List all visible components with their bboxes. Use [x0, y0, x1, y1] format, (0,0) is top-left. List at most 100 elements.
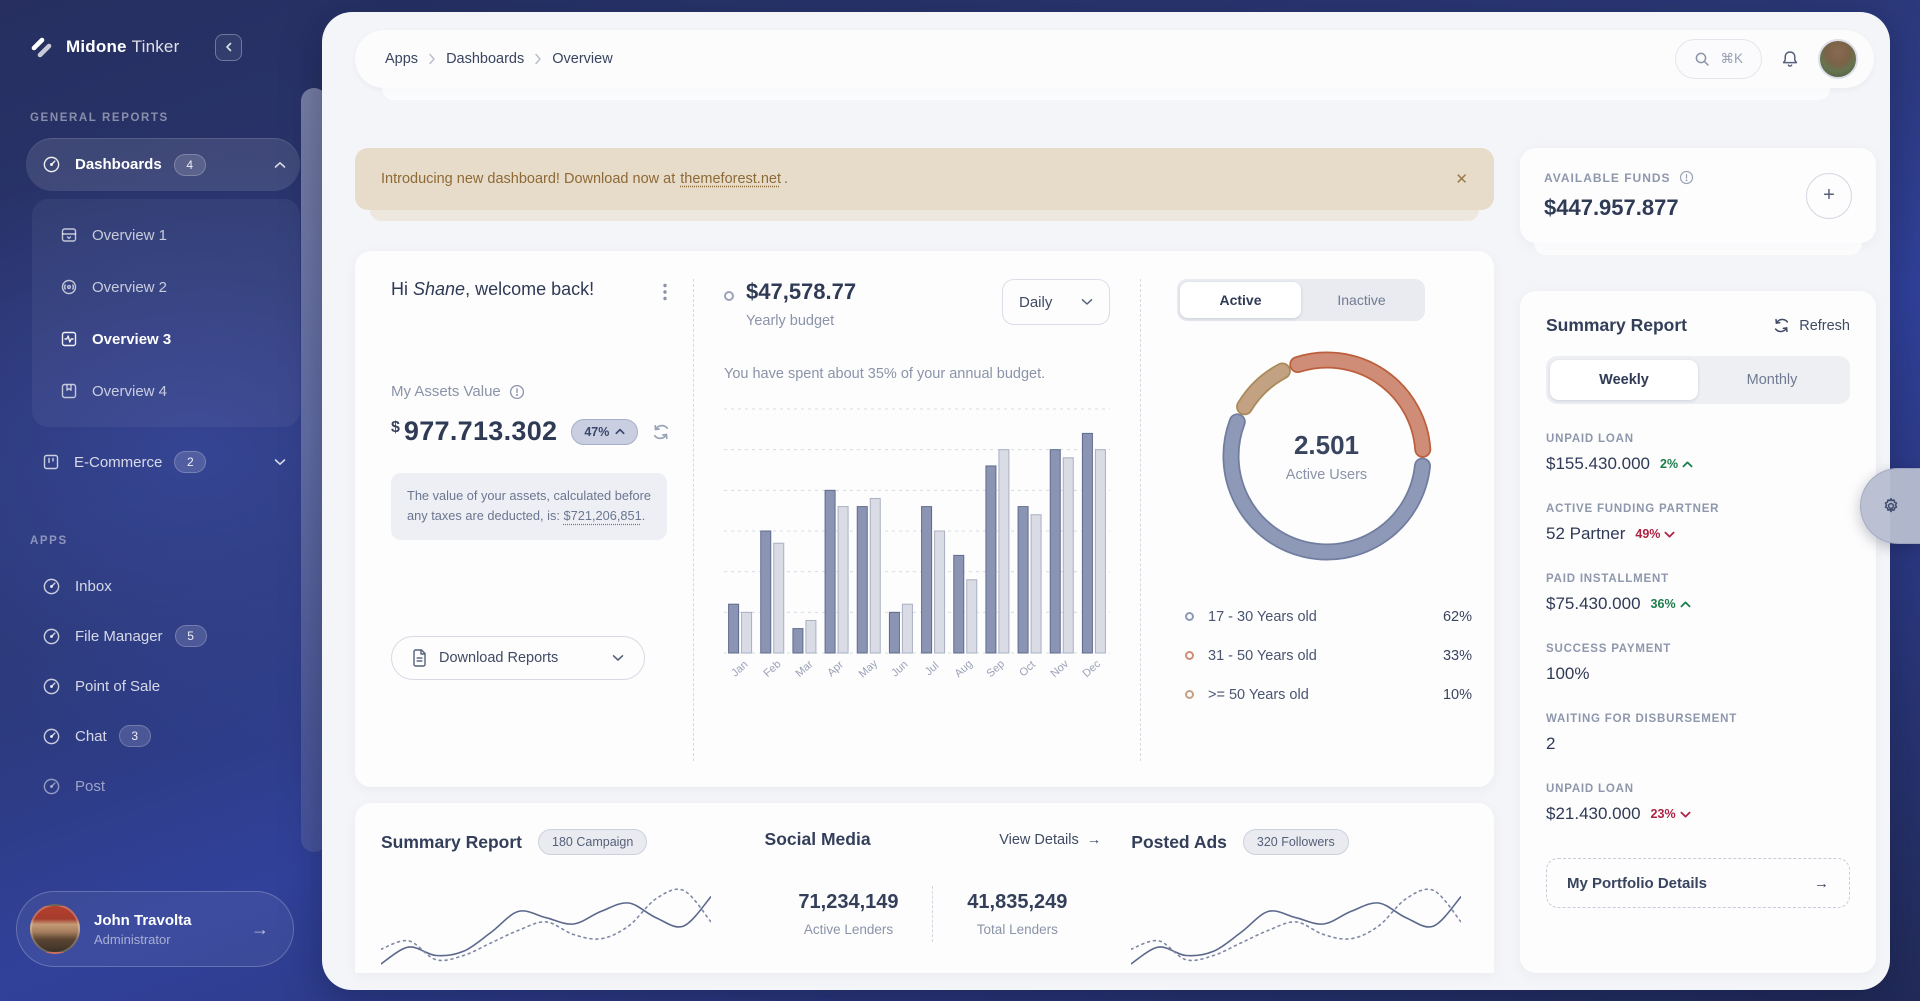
gauge-icon: [42, 627, 61, 646]
sidebar-item-ecommerce[interactable]: E-Commerce 2: [26, 437, 300, 487]
bottom-panel: Summary Report 180 Campaign Social Media…: [355, 803, 1494, 973]
brand-row: Midone Tinker: [26, 30, 300, 64]
stat-value: 2: [1546, 734, 1555, 754]
active-users-donut: 2.501 Active Users: [1212, 341, 1442, 571]
user-profile-card[interactable]: John Travolta Administrator →: [16, 891, 294, 967]
active-lenders-stat: 71,234,149 Active Lenders: [765, 891, 933, 937]
tab-inactive[interactable]: Inactive: [1301, 282, 1422, 318]
file-icon: [412, 649, 427, 667]
active-inactive-toggle: Active Inactive: [1177, 279, 1425, 321]
add-funds-button[interactable]: +: [1806, 173, 1852, 219]
sidebar-item-overview-3[interactable]: Overview 3: [44, 313, 288, 365]
profile-arrow-icon: →: [251, 919, 269, 940]
summary-stat-paid-installment: PAID INSTALLMENT$75.430.00036%: [1546, 573, 1850, 614]
banner-link[interactable]: themeforest.net: [680, 171, 781, 187]
bookmark-icon: [60, 382, 78, 400]
breadcrumb-apps[interactable]: Apps: [385, 51, 418, 67]
summary-report-panel: Summary Report Refresh Weekly Monthly UN…: [1520, 291, 1876, 973]
overview-panel: Hi Shane, welcome back! My Assets Value …: [355, 251, 1494, 787]
total-lenders-stat: 41,835,249 Total Lenders: [933, 891, 1101, 937]
stat-label: PAID INSTALLMENT: [1546, 573, 1850, 585]
brand-name: Midone Tinker: [66, 37, 179, 57]
campaign-badge: 180 Campaign: [538, 829, 647, 855]
apps-menu: Inbox File Manager5 Point of Sale Chat3 Post: [26, 561, 300, 811]
stat-label: WAITING FOR DISBURSEMENT: [1546, 713, 1850, 725]
header-avatar[interactable]: [1818, 39, 1858, 79]
sidebar-item-file-manager[interactable]: File Manager5: [26, 611, 300, 661]
summary-stat-unpaid-loan: UNPAID LOAN$155.430.0002%: [1546, 433, 1850, 474]
sidebar-item-inbox[interactable]: Inbox: [26, 561, 300, 611]
legend-value: 33%: [1443, 648, 1472, 664]
panel-title: Summary Report: [1546, 315, 1687, 336]
refresh-icon[interactable]: [652, 423, 670, 441]
currency-sign: $: [391, 419, 400, 437]
kanban-icon: [42, 453, 60, 471]
main-content-card: Apps Dashboards Overview ⌘K Intr: [322, 12, 1890, 990]
portfolio-details-button[interactable]: My Portfolio Details →: [1546, 858, 1850, 908]
gauge-icon: [42, 677, 61, 696]
tab-monthly[interactable]: Monthly: [1698, 360, 1846, 400]
sidebar-collapse-button[interactable]: [215, 34, 242, 61]
view-details-link[interactable]: View Details→: [999, 832, 1101, 848]
banner-close-icon[interactable]: ✕: [1455, 170, 1468, 188]
summary-stat-active-funding-partner: ACTIVE FUNDING PARTNER 52 Partner 49%: [1546, 503, 1850, 544]
tab-active[interactable]: Active: [1180, 282, 1301, 318]
sidebar-item-overview-1[interactable]: Overview 1: [44, 209, 288, 261]
stat-label: UNPAID LOAN: [1546, 433, 1850, 445]
sidebar-item-chat[interactable]: Chat3: [26, 711, 300, 761]
notifications-bell-icon[interactable]: [1780, 49, 1800, 70]
stat-delta: 49%: [1635, 527, 1675, 541]
sidebar-item-label: Inbox: [75, 578, 112, 595]
bar-chart-month-labels: JanFebMarAprMayJunJulAugSepOctNovDec: [724, 663, 1110, 675]
legend-label: 31 - 50 Years old: [1208, 648, 1317, 664]
chevron-down-icon: [1680, 811, 1691, 818]
budget-description: You have spent about 35% of your annual …: [724, 363, 1054, 385]
assets-delta-badge[interactable]: 47%: [571, 419, 638, 445]
info-icon: [509, 384, 525, 400]
available-funds-label: AVAILABLE FUNDS: [1544, 170, 1694, 185]
sidebar-item-label: File Manager: [75, 628, 163, 645]
stat-value: $21.430.000: [1546, 804, 1641, 824]
tab-weekly[interactable]: Weekly: [1550, 360, 1698, 400]
arrow-right-icon: →: [1087, 832, 1102, 848]
topbar-echo: [382, 88, 1830, 100]
sidebar-item-label: Point of Sale: [75, 678, 160, 695]
budget-period-select[interactable]: Daily: [1002, 279, 1110, 325]
download-reports-button[interactable]: Download Reports: [391, 636, 645, 680]
sidebar-item-dashboards[interactable]: Dashboards 4: [26, 138, 300, 191]
legend-value: 62%: [1443, 609, 1472, 625]
sidebar-item-overview-2[interactable]: Overview 2: [44, 261, 288, 313]
stat-value: $155.430.000: [1546, 454, 1650, 474]
age-legend: 17 - 30 Years old 62% 31 - 50 Years old 33%…: [1185, 597, 1472, 714]
welcome-message: Hi Shane, welcome back!: [391, 279, 594, 300]
summary-stat-unpaid-loan: UNPAID LOAN$21.430.00023%: [1546, 783, 1850, 824]
social-media-title: Social Media: [765, 829, 871, 850]
legend-value: 10%: [1443, 687, 1472, 703]
ecommerce-count-badge: 2: [174, 451, 206, 473]
chevron-down-icon: [1081, 298, 1093, 306]
breadcrumb-overview[interactable]: Overview: [552, 51, 612, 67]
stat-label: ACTIVE FUNDING PARTNER: [1546, 503, 1850, 515]
kebab-menu-icon[interactable]: [663, 279, 667, 301]
user-avatar: [30, 904, 80, 954]
sidebar-item-overview-4[interactable]: Overview 4: [44, 365, 288, 417]
sidebar-item-post[interactable]: Post: [26, 761, 300, 811]
disc-icon: [60, 278, 78, 296]
layout-icon: [60, 226, 78, 244]
chevron-down-icon: [1664, 531, 1675, 538]
refresh-button[interactable]: Refresh: [1773, 317, 1850, 334]
legend-dot-icon: [1185, 651, 1194, 660]
sidebar-item-label: Post: [75, 778, 105, 795]
breadcrumb-dashboards[interactable]: Dashboards: [446, 51, 524, 67]
budget-bar-chart: JanFebMarAprMayJunJulAugSepOctNovDec: [724, 407, 1110, 675]
activity-icon: [60, 330, 78, 348]
search-input[interactable]: ⌘K: [1675, 39, 1762, 79]
sidebar-item-point-of-sale[interactable]: Point of Sale: [26, 661, 300, 711]
legend-dot-icon: [1185, 690, 1194, 699]
legend-item: 31 - 50 Years old 33%: [1185, 636, 1472, 675]
available-funds-card: AVAILABLE FUNDS $447.957.877 +: [1520, 148, 1876, 243]
stat-value: 52 Partner: [1546, 524, 1625, 544]
available-funds-value: $447.957.877: [1544, 195, 1694, 221]
ads-spark-chart: [1131, 869, 1468, 969]
legend-label: 17 - 30 Years old: [1208, 609, 1317, 625]
